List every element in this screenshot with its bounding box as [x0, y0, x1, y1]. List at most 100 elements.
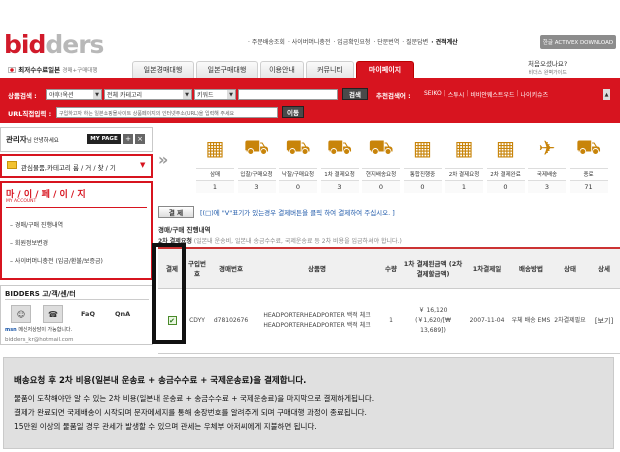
td-status[interactable]: 2차결제필요	[552, 288, 588, 354]
step-count[interactable]: 0	[486, 180, 525, 193]
qna-link[interactable]: QnA	[115, 310, 130, 318]
close-icon[interactable]: ×	[135, 134, 145, 144]
divider	[6, 207, 147, 208]
recommend-keywords: SEIKO | 스투시 | 비비안웨스트우드 | 나이키슈즈	[424, 90, 548, 99]
th-detail: 상세	[588, 247, 620, 289]
bidders-logo[interactable]: bidders	[4, 30, 104, 59]
td-amount: ￥ 16,120 (￥1,620/[₩ 13,689])	[402, 288, 464, 354]
plus-icon[interactable]: +	[123, 134, 133, 144]
tab-label: 이용안내	[269, 66, 295, 74]
step-label: 통합진행중	[403, 168, 442, 180]
td-shipping: 우체 배송 EMS	[510, 288, 552, 354]
favorites-box[interactable]: 관심물품,카테고리 룸 / 거 / 찾 / 기 ▼	[0, 154, 153, 178]
tab-mypage[interactable]: 마이페이지	[356, 61, 414, 78]
msn-email: bidders_kr@hotmail.com	[5, 337, 74, 343]
site-select[interactable]: 야후!옥션 ▼	[46, 89, 102, 100]
step-item[interactable]: ⛟ 입찰/구매요청 3	[237, 128, 276, 195]
url-input[interactable]: 구입하고자 하는 일본쇼핑몰사이트 상품페이지의 인터넷주소(URL)을 입력해…	[56, 107, 278, 118]
td-detail[interactable]: [보기]	[588, 288, 620, 354]
topnav-label: 견적계산	[435, 39, 458, 46]
chevron-down-icon: ▼	[140, 161, 146, 169]
step-count[interactable]: 3	[237, 180, 276, 193]
keyword-select[interactable]: 키워드 ▼	[194, 89, 236, 100]
menu-member-info[interactable]: – 회원정보변경	[10, 238, 48, 247]
menu-auction-history[interactable]: – 경매/구매 진행내역	[10, 220, 63, 229]
truck-icon: ⛟	[326, 134, 353, 159]
mypage-button[interactable]: MY PAGE	[87, 134, 121, 144]
logo-part-red: bid	[4, 30, 46, 59]
first-visit-guide[interactable]: 처음오셨나요? 비더스 완벽가이드	[528, 60, 567, 78]
step-item[interactable]: ✈ 국제배송 3	[528, 128, 566, 195]
step-count[interactable]: 1	[196, 180, 234, 193]
recommend-word[interactable]: 나이키슈즈	[521, 90, 549, 99]
td-date: 2007-11-04	[464, 288, 510, 354]
recommend-word[interactable]: SEIKO	[424, 90, 442, 99]
topnav-cyber-money[interactable]: · 사이버머니충전	[288, 37, 330, 46]
step-count[interactable]: 0	[362, 180, 400, 193]
step-count[interactable]: 71	[569, 180, 608, 193]
th-status: 상태	[552, 247, 588, 289]
pay-button[interactable]: 결 제	[158, 206, 194, 218]
category-select[interactable]: 전체 카테고리 ▼	[104, 89, 192, 100]
td-product[interactable]: HEADPORTERHEADPORTER 백적 체크 HEADPORTERHEA…	[254, 288, 380, 354]
td-auction-no[interactable]: d78102676	[208, 288, 254, 354]
step-item[interactable]: ⛟ 현지배송요청 0	[362, 128, 400, 195]
td-qty: 1	[380, 288, 402, 354]
search-button[interactable]: 검색	[342, 88, 368, 100]
box-icon: ▦	[205, 136, 225, 160]
phone-icon[interactable]: ☎	[43, 305, 63, 323]
step-item[interactable]: ▦ 삼매 1	[196, 128, 234, 195]
topnav-label: 질문답변	[406, 39, 429, 46]
recommend-word[interactable]: 스투시	[448, 90, 465, 99]
topnav-order-tracking[interactable]: · 주문배송조회	[248, 37, 285, 46]
info-line: 결제가 완료되면 국제배송이 시작되며 문자메세지를 통해 송장번호를 알려주게…	[14, 408, 367, 417]
topnav-deposit-confirm[interactable]: · 입금확인요청	[333, 37, 370, 46]
step-item[interactable]: ▦ 통합진행중 0	[403, 128, 442, 195]
category-select-value: 전체 카테고리	[107, 92, 143, 99]
separator: |	[466, 90, 469, 97]
topnav-label: 주문배송조회	[251, 39, 285, 46]
step-item[interactable]: ⛟ 1차 결제요청 3	[320, 128, 359, 195]
messenger-icon[interactable]: ☺	[11, 305, 31, 323]
logo-part-gray: ders	[45, 30, 104, 59]
recommend-word[interactable]: 비비안웨스트우드	[470, 90, 514, 99]
step-item[interactable]: ▦ 2차 결제완료 0	[486, 128, 525, 195]
step-count[interactable]: 3	[528, 180, 566, 193]
tab-japan-purchase[interactable]: 일본구매대행	[196, 61, 258, 78]
recommend-label: 추천검색어 :	[376, 92, 411, 100]
pay-note: [(□)에 "V"표기가 있는경우 결제버튼을 클릭 하여 결제하여 주십시오.…	[200, 209, 395, 217]
plane-icon: ✈	[538, 136, 556, 160]
truck-icon: ⛟	[243, 134, 270, 159]
topnav-qna[interactable]: · 질문답변	[402, 37, 428, 46]
step-label: 2차 결제완료	[486, 168, 525, 180]
th-date: 1차결제일	[464, 247, 510, 289]
step-count[interactable]: 3	[320, 180, 359, 193]
topnav-translation[interactable]: · 단문번역	[373, 37, 399, 46]
info-line: 15만원 이상의 물품일 경우 관세가 발생할 수 있으며 관세는 우체부 아저…	[14, 422, 317, 431]
search-input[interactable]	[238, 89, 338, 100]
step-count[interactable]: 1	[445, 180, 483, 193]
step-item[interactable]: ⛟ 종료 71	[569, 128, 608, 195]
step-item[interactable]: ⛟ 낙찰/구매요청 0	[279, 128, 317, 195]
table-header-row: 결제 구입번호 경매번호 상품명 수량 1차 결제된금액 (2차 결제할금액) …	[158, 247, 620, 289]
tab-community[interactable]: 커뮤니티	[306, 61, 354, 78]
info-box: 배송요청 후 2차 비용(일본내 운송료 + 송금수수료 + 국제운송료)을 결…	[3, 357, 614, 449]
section-title: 경매/구매 진행내역	[158, 226, 211, 234]
tab-japan-auction[interactable]: 일본경매대행	[132, 61, 194, 78]
activex-download-button[interactable]: 한글 ACTIVEX DOWNLOAD	[540, 35, 616, 49]
promo-banner[interactable]: 최저수수료일본 경매+구매대행	[8, 64, 97, 74]
msn-line: msn 메신저상담이 가능합니다.	[5, 326, 72, 333]
faq-link[interactable]: FaQ	[81, 310, 95, 318]
topnav-estimate[interactable]: · 견적계산	[431, 37, 457, 46]
menu-cyber-money[interactable]: – 사이버머니충전 (입금/환불/보증금)	[10, 256, 103, 265]
step-count[interactable]: 0	[403, 180, 442, 193]
url-go-button[interactable]: 이동	[282, 106, 304, 118]
step-count[interactable]: 0	[279, 180, 317, 193]
highlight-frame	[152, 243, 186, 344]
step-item[interactable]: ▦ 2차 결제요청 1	[445, 128, 483, 195]
search-label: 상품검색 :	[8, 92, 37, 100]
tab-label: 마이페이지	[368, 66, 402, 74]
tab-guide[interactable]: 이용안내	[260, 61, 304, 78]
td-order-no: CDYY	[186, 288, 208, 354]
recommend-scroll-arrows[interactable]: ▲	[603, 89, 610, 100]
